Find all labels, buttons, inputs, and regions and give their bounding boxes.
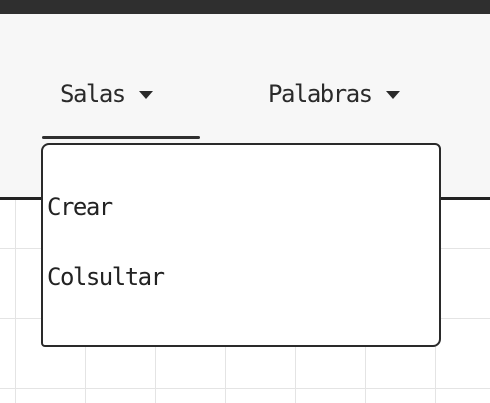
nav-palabras-label: Palabras xyxy=(268,80,373,108)
nav-dropdown-palabras[interactable]: Palabras xyxy=(268,74,400,114)
nav-salas-label: Salas xyxy=(60,80,126,108)
menu-item-crear[interactable]: Crear xyxy=(47,193,113,221)
caret-down-icon xyxy=(138,91,153,99)
salas-dropdown-menu: Crear Colsultar xyxy=(41,143,441,347)
menu-item-consultar[interactable]: Colsultar xyxy=(47,263,165,291)
caret-down-icon xyxy=(385,91,400,99)
top-bar xyxy=(0,0,490,14)
active-tab-underline xyxy=(42,136,200,139)
nav-dropdown-salas[interactable]: Salas xyxy=(60,74,153,114)
